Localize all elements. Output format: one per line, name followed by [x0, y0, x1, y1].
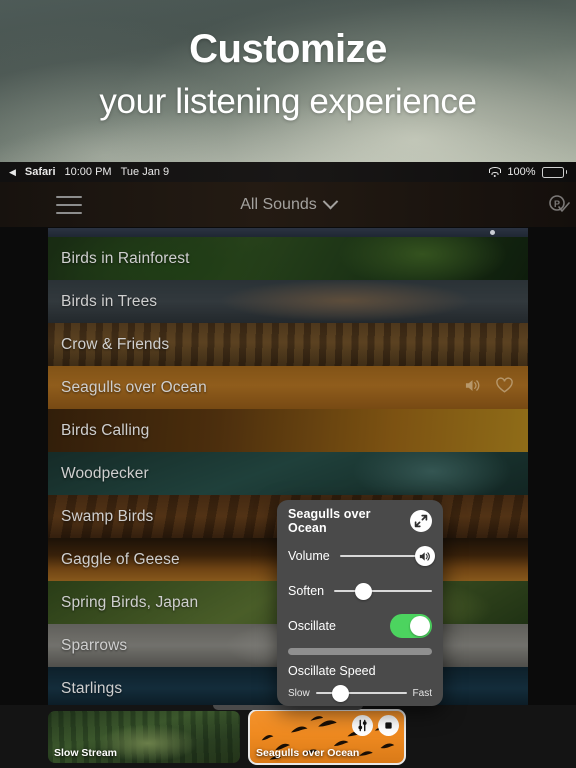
nav-title-label: All Sounds [240, 195, 317, 213]
status-bar-right: 100% [488, 166, 567, 178]
wifi-icon [488, 167, 501, 177]
volume-knob[interactable] [414, 546, 435, 566]
soften-control-row[interactable]: Soften [288, 580, 432, 602]
sound-settings-popup[interactable]: Seagulls over Ocean Volume Soften Oscill… [277, 500, 443, 706]
sound-list-item[interactable]: Birds in Rainforest [48, 237, 528, 280]
track-thumb-buttons [352, 715, 399, 736]
speed-max-label: Fast [412, 687, 432, 699]
sound-list-item-label: Spring Birds, Japan [61, 593, 199, 611]
speed-knob[interactable] [332, 684, 350, 702]
battery-icon [541, 166, 567, 178]
oscillate-control-row[interactable]: Oscillate [288, 614, 432, 638]
volume-label: Volume [288, 549, 330, 563]
stop-icon[interactable] [378, 715, 399, 736]
soften-knob[interactable] [355, 582, 373, 600]
status-bar: ◀ Safari 10:00 PM Tue Jan 9 100% [0, 162, 576, 182]
status-date: Tue Jan 9 [120, 166, 170, 178]
oscillate-speed-slider[interactable] [315, 683, 407, 703]
promo-banner: Customize your listening experience [0, 0, 576, 162]
track-thumb-seagulls-over-ocean[interactable]: Seagulls over Ocean [248, 709, 406, 765]
sound-list-item-label: Crow & Friends [61, 335, 170, 353]
sound-list-item-label: Birds Calling [61, 421, 150, 439]
sound-list-item[interactable]: Seagulls over Ocean [48, 366, 528, 409]
device-screen: ◀ Safari 10:00 PM Tue Jan 9 100% All Sou… [0, 162, 576, 768]
sliders-icon[interactable] [352, 715, 373, 736]
volume-slider[interactable] [339, 545, 435, 567]
status-bar-left: ◀ Safari 10:00 PM Tue Jan 9 [9, 166, 169, 178]
soften-track [334, 590, 432, 592]
sound-list-item-label: Gaggle of Geese [61, 550, 180, 568]
popup-title: Seagulls over Ocean [288, 507, 371, 535]
speed-min-label: Slow [288, 687, 310, 699]
status-back-app-label[interactable]: Safari [25, 166, 56, 178]
promo-subheadline: your listening experience [99, 82, 477, 121]
now-playing-bar: Slow Stream Seagulls over Ocean [0, 705, 576, 768]
sound-list-item-label: Seagulls over Ocean [61, 378, 207, 396]
oscillate-toggle[interactable] [390, 614, 432, 638]
track-thumb-label: Seagulls over Ocean [256, 747, 360, 759]
sound-list-item-label: Woodpecker [61, 464, 149, 482]
oscillate-speed-row[interactable]: Slow Fast [288, 683, 432, 703]
app-nav-bar: All Sounds P [0, 182, 576, 227]
popup-header: Seagulls over Ocean [288, 507, 432, 535]
soften-slider[interactable] [334, 580, 432, 602]
track-thumb-slow-stream[interactable]: Slow Stream [48, 711, 240, 763]
track-thumb-label: Slow Stream [54, 747, 118, 759]
oscillate-label: Oscillate [288, 619, 336, 633]
soften-label: Soften [288, 584, 325, 598]
sounds-filter-dropdown[interactable]: All Sounds [0, 193, 576, 214]
status-time: 10:00 PM [64, 166, 112, 178]
sound-list-item-label: Birds in Trees [61, 292, 158, 310]
oscillate-progress-bar [288, 648, 432, 655]
battery-percent-label: 100% [507, 166, 536, 178]
oscillate-speed-label: Oscillate Speed [288, 664, 376, 678]
back-arrow-icon[interactable]: ◀ [9, 167, 16, 177]
chevron-down-icon [322, 193, 339, 210]
speaker-icon[interactable] [464, 378, 481, 398]
sound-list-item-label: Birds in Rainforest [61, 249, 190, 267]
premium-check-icon[interactable]: P [544, 190, 574, 220]
sound-list-item[interactable]: Birds Calling [48, 409, 528, 452]
heart-icon[interactable] [495, 376, 514, 399]
sound-list-item-label: Starlings [61, 679, 123, 697]
sound-list-item[interactable]: Woodpecker [48, 452, 528, 495]
sound-row-icons [464, 376, 514, 399]
sound-list-item-label: Swamp Birds [61, 507, 154, 525]
speed-track [315, 692, 407, 694]
promo-headline: Customize [189, 27, 387, 71]
list-top-strip [48, 228, 528, 237]
speaker-icon [465, 379, 480, 391]
sound-list-item[interactable]: Birds in Trees [48, 280, 528, 323]
speaker-icon [419, 551, 430, 561]
promo-background-haze [0, 0, 576, 162]
expand-arrows-icon[interactable] [410, 510, 432, 532]
volume-control-row[interactable]: Volume [288, 545, 435, 567]
sound-list-item-label: Sparrows [61, 636, 128, 654]
screenshot-root: Customize your listening experience ◀ Sa… [0, 0, 576, 768]
sound-list-item[interactable]: Crow & Friends [48, 323, 528, 366]
heart-icon [496, 376, 513, 393]
